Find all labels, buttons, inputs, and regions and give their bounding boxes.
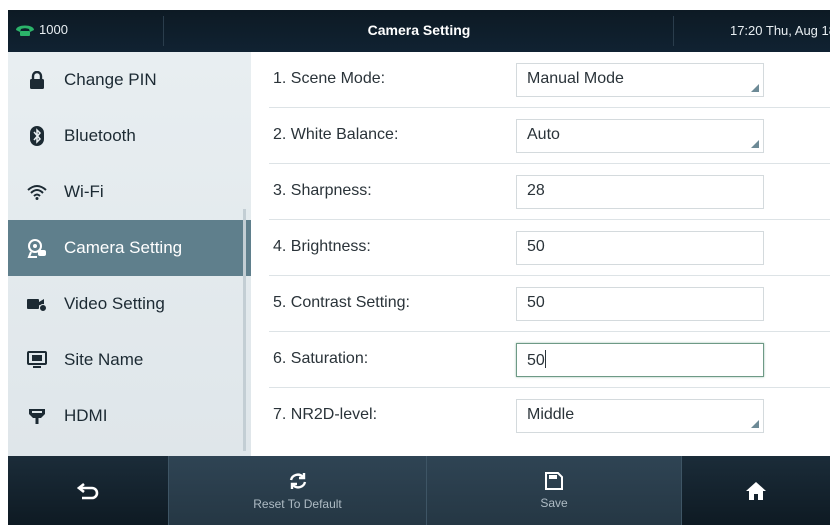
- setting-label: 6. Saturation:: [273, 350, 369, 367]
- sidebar-item-label: Site Name: [64, 350, 144, 369]
- date-time: 17:20 Thu, Aug 18: [729, 23, 830, 38]
- sidebar: Change PIN Bluetooth Wi-Fi Camera Settin…: [8, 52, 251, 456]
- setting-row-saturation: 6. Saturation: 50: [251, 332, 830, 388]
- line-number: 1000: [39, 21, 68, 37]
- monitor-icon: [26, 349, 48, 371]
- save-button[interactable]: Save: [426, 456, 682, 525]
- reset-label: Reset To Default: [253, 496, 342, 511]
- setting-label: 2. White Balance:: [273, 126, 399, 143]
- setting-value: 28: [527, 182, 545, 199]
- nr2d-level-select[interactable]: Middle: [516, 399, 764, 433]
- brightness-input[interactable]: 50: [516, 231, 764, 265]
- page-title: Camera Setting: [367, 22, 471, 38]
- setting-value: 50: [527, 238, 545, 255]
- dropdown-corner-icon: [751, 140, 759, 148]
- setting-row-brightness: 4. Brightness: 50: [251, 220, 830, 276]
- softkey-bar: Reset To Default Save: [8, 456, 830, 525]
- status-bar: 1000 Camera Setting 17:20 Thu, Aug 18: [8, 10, 830, 52]
- sidebar-item-label: Bluetooth: [64, 126, 136, 145]
- sharpness-input[interactable]: 28: [516, 175, 764, 209]
- sidebar-item-site-name[interactable]: Site Name: [8, 332, 251, 388]
- bluetooth-icon: [26, 125, 48, 147]
- setting-label: 3. Sharpness:: [273, 182, 372, 199]
- camera-settings-list: 1. Scene Mode: Manual Mode 2. White Bala…: [251, 52, 830, 456]
- hdmi-icon: [26, 405, 48, 427]
- sidebar-item-change-pin[interactable]: Change PIN: [8, 52, 251, 108]
- phone-screen: 1000 Camera Setting 17:20 Thu, Aug 18 Ch…: [8, 10, 830, 525]
- home-button[interactable]: [682, 456, 830, 525]
- setting-row-contrast: 5. Contrast Setting: 50: [251, 276, 830, 332]
- setting-label: 4. Brightness:: [273, 238, 371, 255]
- sidebar-item-label: HDMI: [64, 406, 108, 425]
- sidebar-item-label: Wi-Fi: [64, 182, 104, 201]
- setting-row-scene-mode: 1. Scene Mode: Manual Mode: [251, 52, 830, 108]
- save-icon: [545, 471, 563, 490]
- setting-value: Manual Mode: [527, 70, 624, 87]
- scene-mode-select[interactable]: Manual Mode: [516, 63, 764, 97]
- content-area: Change PIN Bluetooth Wi-Fi Camera Settin…: [8, 52, 830, 456]
- setting-label: 7. NR2D-level:: [273, 406, 378, 423]
- back-button[interactable]: [8, 456, 168, 525]
- setting-value: 50: [527, 294, 545, 311]
- video-icon: [26, 293, 48, 315]
- lock-icon: [26, 69, 48, 91]
- dropdown-corner-icon: [751, 420, 759, 428]
- setting-value: 50: [527, 352, 545, 369]
- setting-row-white-balance: 2. White Balance: Auto: [251, 108, 830, 164]
- camera-icon: [26, 237, 48, 259]
- sidebar-scrollbar[interactable]: [243, 209, 246, 451]
- refresh-icon: [289, 472, 306, 489]
- sidebar-item-label: Change PIN: [64, 70, 157, 89]
- line-status: 1000: [14, 21, 68, 37]
- sidebar-item-wifi[interactable]: Wi-Fi: [8, 164, 251, 220]
- setting-value: Middle: [527, 406, 575, 423]
- sidebar-item-label: Video Setting: [64, 294, 165, 313]
- back-arrow-icon: [77, 482, 99, 499]
- saturation-input[interactable]: 50: [516, 343, 764, 377]
- sidebar-item-video-setting[interactable]: Video Setting: [8, 276, 251, 332]
- white-balance-select[interactable]: Auto: [516, 119, 764, 153]
- wifi-icon: [26, 181, 48, 203]
- sidebar-item-hdmi[interactable]: HDMI: [8, 388, 251, 444]
- sidebar-item-bluetooth[interactable]: Bluetooth: [8, 108, 251, 164]
- reset-to-default-button[interactable]: Reset To Default: [168, 456, 426, 525]
- home-icon: [746, 481, 766, 500]
- setting-label: 5. Contrast Setting:: [273, 294, 410, 311]
- setting-label: 1. Scene Mode:: [273, 70, 386, 87]
- save-label: Save: [540, 495, 568, 510]
- setting-value: Auto: [527, 126, 560, 143]
- contrast-input[interactable]: 50: [516, 287, 764, 321]
- dropdown-corner-icon: [751, 84, 759, 92]
- setting-row-sharpness: 3. Sharpness: 28: [251, 164, 830, 220]
- sidebar-item-camera-setting[interactable]: Camera Setting: [8, 220, 251, 276]
- text-cursor: [544, 350, 546, 368]
- sidebar-item-label: Camera Setting: [64, 238, 183, 257]
- phone-icon: [16, 25, 34, 36]
- setting-row-nr2d-level: 7. NR2D-level: Middle: [251, 388, 830, 444]
